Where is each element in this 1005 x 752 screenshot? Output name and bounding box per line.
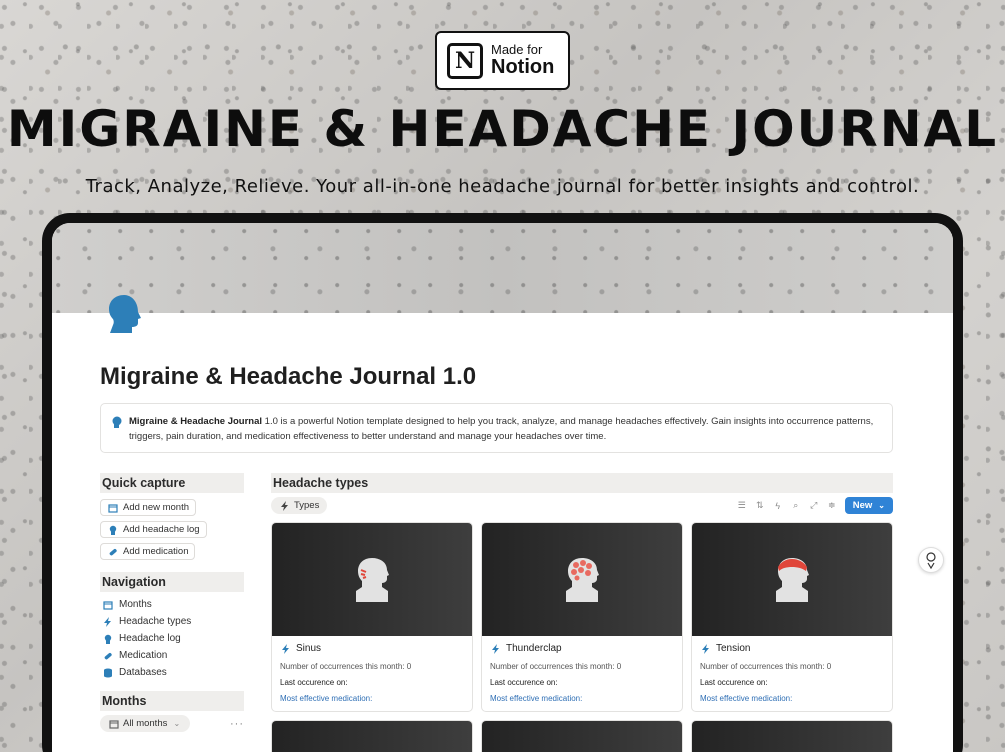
card-most-effective-medication: Most effective medication: [490,694,583,703]
nav-item-months[interactable]: Months [100,596,244,613]
add-headache-log-label: Add headache log [123,524,200,535]
nav-item-medication-label: Medication [119,650,168,661]
notion-page: Migraine & Headache Journal 1.0 Migraine… [52,223,953,752]
head-icon [102,633,113,644]
gallery-card[interactable] [481,720,683,752]
gallery-card[interactable] [271,720,473,752]
nav-item-headache-log[interactable]: Headache log [100,630,244,647]
add-new-month-button[interactable]: Add new month [100,499,197,516]
automation-lightning-icon[interactable]: ϟ [773,501,783,511]
card-cover [482,721,682,752]
card-cover [692,523,892,636]
types-tab-label: Types [294,500,320,511]
page-title: Migraine & Headache Journal 1.0 [100,363,477,390]
nav-item-medication[interactable]: Medication [100,647,244,664]
card-cover [482,523,682,636]
card-occurrences: Number of occurrences this month: 0 [280,662,412,671]
ai-face-icon [926,552,936,569]
types-view-tab[interactable]: Types [271,497,328,514]
add-medication-button[interactable]: Add medication [100,543,196,560]
chevron-down-icon[interactable]: ⌄ [878,501,885,510]
quick-capture-heading: Quick capture [100,473,244,493]
card-title: Thunderclap [506,643,562,654]
all-months-label: All months [123,718,168,729]
card-cover [692,721,892,752]
head-profile-icon [109,295,141,333]
gallery-card[interactable] [691,720,893,752]
pill-icon [107,546,118,557]
chevron-down-icon: ⌄ [173,719,181,728]
card-occurrences: Number of occurrences this month: 0 [490,662,622,671]
card-last-occurrence: Last occurence on: [280,678,348,687]
tension-head-illustration-icon [776,557,809,602]
lightning-icon [102,616,113,627]
nav-item-headache-log-label: Headache log [119,633,181,644]
nav-item-databases-label: Databases [119,667,167,678]
new-button-label: New [852,500,873,511]
sinus-head-illustration-icon [356,557,389,602]
lightning-icon [700,643,711,654]
badge-brand: Notion [491,55,555,78]
intro-callout: Migraine & Headache Journal 1.0 is a pow… [100,403,893,453]
add-headache-log-button[interactable]: Add headache log [100,521,207,538]
nav-item-headache-types-label: Headache types [119,616,192,627]
add-new-month-label: Add new month [123,502,190,513]
database-icon [102,667,113,678]
notion-ai-floating-button[interactable] [918,547,944,573]
more-options-icon[interactable]: ··· [230,718,244,730]
settings-sliders-icon[interactable]: ≑ [827,500,837,511]
card-title: Sinus [296,643,322,654]
made-for-notion-badge: N Made for Notion [435,31,570,90]
notion-logo-icon: N [447,42,483,79]
filter-icon[interactable]: ☰ [737,500,747,511]
lightning-icon [280,643,291,654]
callout-head-icon [112,416,122,428]
calendar-icon [102,599,113,610]
expand-icon[interactable]: ⤢ [809,500,819,511]
add-medication-label: Add medication [123,546,189,557]
calendar-icon [108,718,119,729]
calendar-icon [107,502,118,513]
lightning-icon [279,500,290,511]
nav-item-databases[interactable]: Databases [100,664,244,681]
badge-made-for: Made for [491,42,543,58]
device-frame: Migraine & Headache Journal 1.0 Migraine… [42,213,963,752]
thunderclap-head-illustration-icon [566,557,599,602]
new-button[interactable]: New ⌄ [844,497,893,514]
page-cover [52,223,953,313]
navigation-heading: Navigation [100,572,244,592]
card-occurrences: Number of occurrences this month: 0 [700,662,832,671]
nav-item-months-label: Months [119,599,152,610]
gallery-card-thunderclap[interactable]: Thunderclap Number of occurrences this m… [481,522,683,712]
card-cover [272,721,472,752]
headache-types-heading: Headache types [271,473,893,493]
hero-title: MIGRAINE & HEADACHE JOURNAL [6,100,999,158]
card-last-occurrence: Last occurence on: [700,678,768,687]
gallery: Sinus Number of occurrences this month: … [271,522,893,752]
nav-item-headache-types[interactable]: Headache types [100,613,244,630]
sort-icon[interactable]: ⇅ [755,500,765,511]
months-heading: Months [100,691,244,711]
card-most-effective-medication: Most effective medication: [280,694,373,703]
card-title: Tension [716,643,751,654]
headache-types-section: Headache types Types ☰ ⇅ ϟ ⌕ ⤢ ≑ New ⌄ S… [271,473,893,752]
search-icon[interactable]: ⌕ [791,500,801,511]
lightning-icon [490,643,501,654]
all-months-view-tab[interactable]: All months ⌄ [100,715,191,732]
card-cover [272,523,472,636]
card-most-effective-medication: Most effective medication: [700,694,793,703]
hero-tagline: Track, Analyze, Relieve. Your all-in-one… [85,176,920,197]
card-last-occurrence: Last occurence on: [490,678,558,687]
pill-icon [102,650,113,661]
head-icon [107,524,118,535]
left-column: Quick capture Add new month Add headache… [100,473,244,732]
callout-bold-text: Migraine & Headache Journal [129,416,263,427]
gallery-card-tension[interactable]: Tension Number of occurrences this month… [691,522,893,712]
gallery-card-sinus[interactable]: Sinus Number of occurrences this month: … [271,522,473,712]
